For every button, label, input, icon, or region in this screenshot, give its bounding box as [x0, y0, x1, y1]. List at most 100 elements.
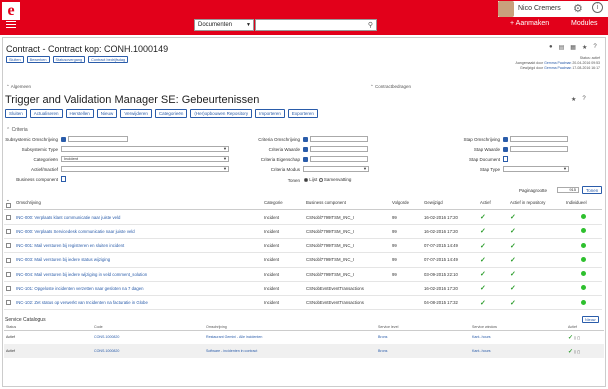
- col-gewijzigd[interactable]: Gewijzigd: [422, 196, 478, 211]
- document-icon[interactable]: ▯: [574, 350, 576, 354]
- event-link[interactable]: INC-102: Zet status op verwerkt van Inci…: [16, 300, 148, 305]
- stap-omschrijving-input[interactable]: [510, 136, 568, 142]
- service-window-link[interactable]: Kant.-hours: [472, 349, 491, 353]
- categorie-select[interactable]: Incident ▼: [61, 156, 229, 162]
- stap-waarde-input[interactable]: [510, 146, 568, 152]
- event-link[interactable]: INC-000: Verplaats Servicedesk communica…: [16, 229, 135, 234]
- service-window-link[interactable]: Kant.-hours: [472, 335, 491, 339]
- copy-icon[interactable]: ▤: [559, 44, 565, 51]
- section-algemeen[interactable]: ⌃ Algemeen: [6, 84, 31, 90]
- info-icon[interactable]: i: [592, 2, 603, 13]
- event-link[interactable]: INC-000: Verplaats klant communicatie na…: [16, 215, 120, 220]
- copy-icon[interactable]: ▢: [577, 336, 580, 340]
- search-icon[interactable]: ⚲: [368, 21, 373, 29]
- section-criteria[interactable]: ⌃ Criteria: [6, 127, 28, 133]
- export-button[interactable]: Exporteren: [287, 109, 318, 118]
- star-icon[interactable]: ★: [582, 44, 587, 51]
- star-icon[interactable]: ★: [571, 96, 576, 103]
- subsystem-desc-input[interactable]: [68, 136, 128, 142]
- table-row[interactable]: INC-101: Opgeloste incidenten verzetten …: [4, 281, 602, 297]
- categories-button[interactable]: Categorieën: [154, 109, 188, 118]
- help-icon[interactable]: ?: [582, 96, 585, 103]
- col-business-component[interactable]: Business component: [304, 196, 390, 211]
- search-type-select[interactable]: Documenten ▼: [194, 19, 254, 31]
- restore-button[interactable]: Herstellen: [65, 109, 94, 118]
- status-transition-button[interactable]: Statusovergang: [52, 56, 86, 63]
- subsystem-type-select[interactable]: ▼: [61, 146, 229, 152]
- table-row[interactable]: INC-003: Mail versturen bij iedere statu…: [4, 252, 602, 268]
- show-button[interactable]: Tonen: [582, 186, 603, 194]
- lijst-radio[interactable]: [304, 177, 308, 182]
- event-link[interactable]: INC-003: Mail versturen bij iedere statu…: [16, 257, 110, 262]
- lookup-icon[interactable]: [303, 147, 308, 152]
- info-circle-icon[interactable]: ●: [549, 44, 553, 51]
- modules-button[interactable]: Modules: [571, 20, 597, 27]
- delete-button[interactable]: Verwijderen: [120, 109, 152, 118]
- criteria-modus-select[interactable]: ▼: [303, 166, 369, 172]
- event-link[interactable]: INC-101: Opgeloste incidenten verzetten …: [16, 286, 144, 291]
- row-checkbox[interactable]: [6, 286, 11, 292]
- col-individueel[interactable]: Individueel: [564, 196, 602, 211]
- row-checkbox[interactable]: [6, 271, 11, 277]
- import-button[interactable]: Importeren: [255, 109, 285, 118]
- table-row[interactable]: INC-000: Verplaats Servicedesk communica…: [4, 224, 602, 239]
- create-button[interactable]: + Aanmaken: [510, 20, 549, 27]
- samenvatting-radio[interactable]: [318, 177, 323, 182]
- contract-businessday-button[interactable]: Contract bedrijfsdag: [88, 56, 129, 63]
- code-link[interactable]: CONS.1000820: [94, 335, 119, 339]
- omschrijving-link[interactable]: Restaurant Gemini - Alle incidenten: [206, 335, 262, 339]
- row-checkbox[interactable]: [6, 243, 11, 249]
- new-service-button[interactable]: Nieuw: [582, 316, 599, 323]
- expand-header[interactable]: ⌄: [4, 196, 14, 211]
- print-icon[interactable]: ▦: [570, 44, 576, 51]
- lookup-icon[interactable]: [303, 157, 308, 162]
- hamburger-menu-icon[interactable]: [6, 19, 16, 29]
- stap-type-select[interactable]: ▼: [503, 166, 569, 172]
- table-row[interactable]: INC-102: Zet status op verwerkt van Inci…: [4, 295, 602, 311]
- lookup-icon[interactable]: [503, 147, 508, 152]
- select-all-checkbox[interactable]: [6, 203, 11, 209]
- help-icon[interactable]: ?: [593, 44, 596, 51]
- lookup-icon[interactable]: [61, 137, 66, 142]
- actief-select[interactable]: ▼: [61, 166, 229, 172]
- service-level-link[interactable]: Brons: [378, 335, 387, 339]
- modified-by-link[interactable]: Gemma Paalman: [544, 66, 571, 70]
- row-checkbox[interactable]: [6, 300, 11, 306]
- col-omschrijving[interactable]: Omschrijving: [14, 196, 262, 211]
- table-row[interactable]: INC-001: Mail versturen bij registreren …: [4, 238, 602, 254]
- col-volgorde[interactable]: Volgorde: [390, 196, 422, 211]
- document-icon[interactable]: [61, 176, 66, 182]
- criteria-omschrijving-input[interactable]: [310, 136, 368, 142]
- close-button[interactable]: Sluiten: [5, 109, 27, 118]
- gear-icon[interactable]: ⚙: [573, 2, 583, 15]
- new-button[interactable]: Nieuw: [96, 109, 118, 118]
- search-input[interactable]: ⚲: [255, 19, 377, 31]
- rebuild-repository-button[interactable]: (Her)opbouwen Repository: [190, 109, 253, 118]
- row-checkbox[interactable]: [6, 228, 11, 234]
- event-link[interactable]: INC-004: Mail versturen bij iedere wijzi…: [16, 272, 147, 277]
- event-link[interactable]: INC-001: Mail versturen bij registreren …: [16, 243, 124, 248]
- col-actief-in-repository[interactable]: Actief in repository: [508, 196, 564, 211]
- row-checkbox[interactable]: [6, 257, 11, 263]
- created-by-link[interactable]: Gemma Paalman: [544, 61, 571, 65]
- section-contractbedragen[interactable]: ⌃ Contractbedragen: [370, 84, 411, 90]
- service-level-link[interactable]: Brons: [378, 349, 387, 353]
- table-row[interactable]: INC-004: Mail versturen bij iedere wijzi…: [4, 267, 602, 282]
- lookup-icon[interactable]: [303, 137, 308, 142]
- copy-icon[interactable]: ▢: [577, 350, 580, 354]
- code-link[interactable]: CONS.1000820: [94, 349, 119, 353]
- document-icon[interactable]: ▯: [574, 336, 576, 340]
- omschrijving-link[interactable]: Software - incidenten in contract: [206, 349, 257, 353]
- refresh-button[interactable]: Actualiseren: [29, 109, 63, 118]
- lookup-icon[interactable]: [503, 137, 508, 142]
- page-size-input[interactable]: 915: [557, 187, 579, 193]
- close-button[interactable]: Sluiten: [6, 56, 24, 63]
- avatar[interactable]: [498, 1, 514, 17]
- table-row[interactable]: Actief CONS.1000820 Restaurant Gemini - …: [4, 330, 604, 344]
- edit-button[interactable]: Bewerken: [26, 56, 50, 63]
- table-row[interactable]: Actief CONS.1000820 Software - incidente…: [4, 344, 604, 358]
- row-checkbox[interactable]: [6, 214, 11, 220]
- col-categorie[interactable]: Categorie: [262, 196, 304, 211]
- criteria-waarde-input[interactable]: [310, 146, 368, 152]
- criteria-eigenschap-input[interactable]: [310, 156, 368, 162]
